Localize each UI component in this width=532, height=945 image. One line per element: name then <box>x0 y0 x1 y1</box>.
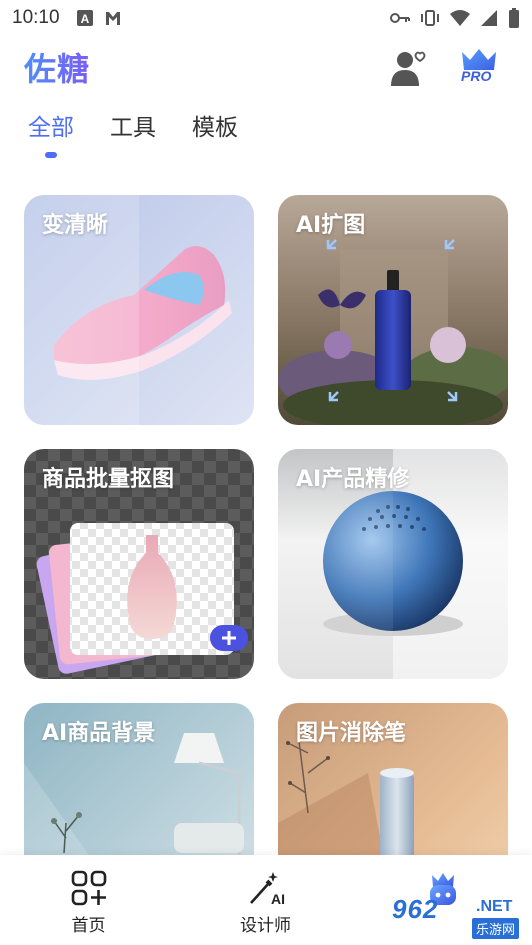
key-icon <box>390 13 410 23</box>
gmail-icon <box>105 12 120 25</box>
font-a-icon: A <box>76 10 93 26</box>
user-heart-icon[interactable] <box>388 48 428 88</box>
status-bar: 10:10 A <box>0 0 532 36</box>
card-batch-cutout[interactable]: 商品批量抠图 <box>24 449 254 679</box>
watermark-net: .NET <box>476 898 513 915</box>
watermark-brand: 962 <box>392 894 439 924</box>
tab-templates[interactable]: 模板 <box>192 108 238 158</box>
card-label: 商品批量抠图 <box>42 467 175 492</box>
header: 佐糖 PRO <box>0 40 532 96</box>
grid-plus-icon <box>71 870 106 906</box>
watermark-sub: 乐游网 <box>472 918 520 939</box>
card-label: 图片消除笔 <box>296 721 407 746</box>
card-label: AI扩图 <box>296 213 366 238</box>
pro-label: PRO <box>461 68 492 84</box>
nav-home[interactable]: 首页 <box>0 855 177 945</box>
status-right-icons <box>390 8 520 28</box>
card-label: AI商品背景 <box>42 721 156 746</box>
status-time: 10:10 <box>12 7 60 28</box>
pro-button[interactable]: PRO <box>456 46 502 88</box>
card-label: AI产品精修 <box>296 467 410 492</box>
battery-icon <box>509 8 519 28</box>
svg-text:A: A <box>80 12 89 26</box>
signal-icon <box>481 10 497 26</box>
status-left-icons: A <box>76 9 122 27</box>
magic-wand-ai-icon: AI <box>249 872 285 907</box>
category-tabs: 全部 工具 模板 <box>28 108 238 158</box>
card-ai-expand[interactable]: AI扩图 <box>278 195 508 425</box>
nav-designer-label: 设计师 <box>240 916 291 936</box>
card-label: 变清晰 <box>42 213 109 238</box>
card-enhance[interactable]: 变清晰 <box>24 195 254 425</box>
tab-all[interactable]: 全部 <box>28 108 74 158</box>
card-ai-retouch[interactable]: AI产品精修 <box>278 449 508 679</box>
wifi-icon <box>450 10 470 26</box>
app-screen: 10:10 A 佐糖 PRO 全部 工具 模板 变清晰 AI扩图 商品批量抠图 … <box>0 0 532 945</box>
tab-tools[interactable]: 工具 <box>110 108 156 158</box>
svg-text:AI: AI <box>271 891 285 907</box>
app-title: 佐糖 <box>24 44 90 90</box>
nav-designer[interactable]: AI 设计师 <box>177 855 354 945</box>
bottom-nav: 首页 AI 设计师 <box>0 855 532 945</box>
vibrate-icon <box>421 10 439 26</box>
nav-home-label: 首页 <box>71 916 106 936</box>
